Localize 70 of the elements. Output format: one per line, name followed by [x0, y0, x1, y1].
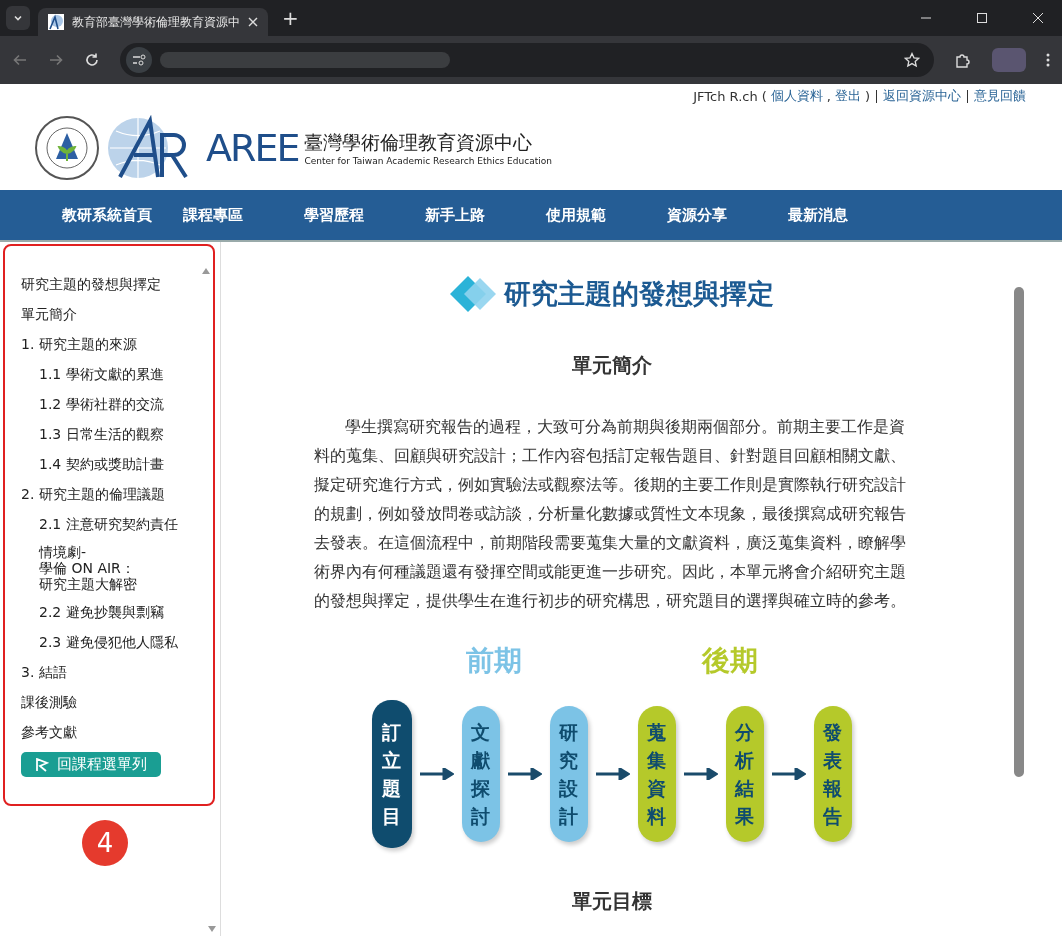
sidebar-subitem[interactable]: 情境劇- 學倫 ON AIR： 研究主題大解密 — [21, 544, 213, 592]
flag-icon — [35, 757, 49, 772]
paren-text: ) — [864, 88, 870, 104]
logo-wordmark: AREE — [206, 126, 299, 170]
arrow-icon — [771, 768, 806, 780]
puzzle-icon[interactable] — [954, 51, 972, 69]
site-subtitle: Center for Taiwan Academic Research Ethics Education — [304, 156, 552, 166]
step-pill: 分析結果 — [725, 706, 764, 842]
sidebar-subitem[interactable]: 1.1 學術文獻的累進 — [21, 364, 213, 384]
arrow-icon — [683, 768, 718, 780]
sidebar-item[interactable]: 研究主題的發想與擇定 — [21, 274, 213, 294]
sidebar-subitem[interactable]: 1.3 日常生活的觀察 — [21, 424, 213, 444]
star-icon[interactable] — [904, 52, 920, 68]
site-title: 臺灣學術倫理教育資源中心 — [304, 130, 534, 155]
phase-label: 後期 — [701, 643, 758, 679]
nav-item[interactable]: 學習歷程 — [304, 205, 425, 225]
step-pill: 文獻探討 — [461, 706, 500, 842]
sidebar-item[interactable]: 1. 研究主題的來源 — [21, 334, 213, 354]
ministry-seal-icon — [34, 115, 100, 181]
sidebar-item[interactable]: 參考文獻 — [21, 722, 213, 742]
paren-text: ( — [761, 88, 767, 104]
arrow-icon — [595, 768, 630, 780]
scroll-up-icon[interactable] — [202, 268, 210, 274]
sidebar-subitem[interactable]: 1.4 契約或獎助計畫 — [21, 454, 213, 474]
more-icon[interactable] — [1046, 52, 1050, 68]
section-heading: 單元簡介 — [571, 352, 652, 379]
maximize-icon[interactable] — [976, 12, 988, 24]
step-pill: 蒐集資料 — [637, 706, 676, 842]
step-pill: 發表報告 — [813, 706, 852, 842]
back-to-center-link[interactable]: 返回資源中心 — [883, 87, 961, 105]
sidebar-subitem[interactable]: 1.2 學術社群的交流 — [21, 394, 213, 414]
nav-item[interactable]: 教研系統首頁 — [62, 205, 183, 225]
intro-paragraph: 學生撰寫研究報告的過程，大致可分為前期與後期兩個部分。前期主要工作是資料的蒐集、回顧與研究設計；工作內容包括訂定報告題目、針對題目回顧相關文獻、擬定研究進行方式，例如實驗法或觀察法等。後期的主要工作則是實際執行研究設計的規劃，例如發放問卷或訪談，分析量化數據或質性文本現象，最後撰寫成研究報告去發表。在這個流程中，前期階段需要蒐集大量的文獻資料，廣泛蒐集資料，瞭解學術界內有何種議題還有發揮空間或能更進一步研究。因此，本單元將會介紹研究主題的發想與擇定，提供學生在進行初步的研究構思，研究題目的選擇與確立時的參考。 — [313, 417, 907, 612]
feedback-link[interactable]: 意見回饋 — [974, 87, 1026, 105]
scroll-down-icon[interactable] — [208, 926, 216, 932]
back-arrow-icon[interactable] — [12, 52, 28, 68]
arrow-icon — [419, 768, 454, 780]
step-pill: 訂立題目 — [371, 700, 412, 848]
comma-text: , — [826, 88, 831, 104]
sidebar-subitem[interactable]: 2.3 避免侵犯他人隱私 — [21, 632, 213, 652]
close-icon[interactable] — [1032, 12, 1044, 24]
sidebar-item[interactable]: 2. 研究主題的倫理議題 — [21, 484, 213, 504]
section-heading: 單元目標 — [571, 888, 652, 915]
nav-item[interactable]: 新手上路 — [425, 205, 546, 225]
title-text: 研究主題的發想與擇定 — [503, 277, 774, 311]
sidebar-item[interactable]: 課後測驗 — [21, 692, 213, 712]
nav-item[interactable]: 使用規範 — [546, 205, 667, 225]
new-tab-button[interactable]: + — [276, 6, 305, 30]
close-icon[interactable] — [248, 17, 258, 27]
logout-link[interactable]: 登出 — [834, 87, 861, 105]
profile-link[interactable]: 個人資料 — [770, 87, 823, 105]
reload-icon[interactable] — [84, 52, 100, 68]
phase-label: 前期 — [465, 643, 522, 679]
forward-arrow-icon[interactable] — [48, 52, 64, 68]
nav-item[interactable]: 課程專區 — [183, 205, 304, 225]
site-settings-icon[interactable] — [126, 47, 152, 73]
step-pill: 研究設計 — [549, 706, 588, 842]
sidebar-subitem[interactable]: 2.2 避免抄襲與剽竊 — [21, 602, 213, 622]
browser-tab[interactable]: 教育部臺灣學術倫理教育資源中 — [38, 8, 268, 36]
sidebar-subitem[interactable]: 2.1 注意研究契約責任 — [21, 514, 213, 534]
sidebar-item[interactable]: 3. 結語 — [21, 662, 213, 682]
nav-item[interactable]: 最新消息 — [788, 205, 909, 225]
logo-icon — [48, 14, 64, 30]
tab-list-button[interactable] — [6, 6, 30, 30]
nav-item[interactable]: 資源分享 — [667, 205, 788, 225]
arrow-icon — [507, 768, 542, 780]
sidebar-item[interactable]: 單元簡介 — [21, 304, 213, 324]
annotation-badge: 4 — [82, 820, 128, 866]
user-name: JFTch R.ch — [693, 88, 758, 104]
tab-title: 教育部臺灣學術倫理教育資源中 — [72, 13, 240, 31]
